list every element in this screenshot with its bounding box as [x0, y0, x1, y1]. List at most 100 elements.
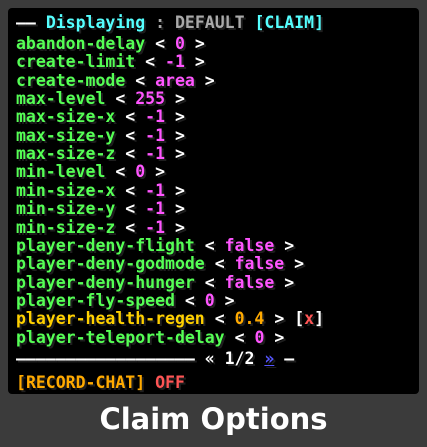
option-row: player-teleport-delay < 0 >: [16, 327, 284, 347]
option-row: min-level < 0 >: [16, 163, 165, 181]
pagination-row: —————————————————— « 1/2 » —: [16, 350, 294, 368]
option-key: max-level: [16, 89, 106, 109]
option-row: player-health-regen < 0.4 > [x]: [16, 310, 324, 328]
option-value[interactable]: 0.4: [235, 309, 265, 328]
option-value[interactable]: 0: [254, 328, 264, 347]
option-value[interactable]: -1: [145, 199, 165, 218]
option-value[interactable]: false: [225, 236, 275, 255]
increment-arrow-icon[interactable]: >: [205, 71, 215, 90]
option-row: max-level < 255 >: [16, 90, 185, 108]
increment-arrow-icon[interactable]: >: [195, 52, 205, 71]
option-key: player-deny-hunger: [16, 272, 195, 292]
option-key: player-fly-speed: [16, 290, 175, 310]
increment-arrow-icon[interactable]: >: [175, 144, 185, 163]
record-chat-toggle[interactable]: [RECORD-CHAT]: [16, 373, 145, 392]
increment-arrow-icon[interactable]: >: [175, 107, 185, 126]
increment-arrow-icon[interactable]: >: [175, 218, 185, 237]
option-value[interactable]: -1: [145, 107, 165, 126]
pagination-tail: —: [284, 349, 295, 368]
reset-option-button[interactable]: [x]: [294, 309, 324, 328]
option-row: player-deny-flight < false >: [16, 235, 294, 255]
increment-arrow-icon[interactable]: >: [284, 273, 294, 292]
option-value[interactable]: -1: [165, 52, 185, 71]
header-rule: ——: [16, 13, 36, 32]
decrement-arrow-icon[interactable]: <: [125, 144, 135, 163]
option-row: player-fly-speed < 0 >: [16, 290, 235, 310]
decrement-arrow-icon[interactable]: <: [205, 236, 215, 255]
decrement-arrow-icon[interactable]: <: [125, 199, 135, 218]
option-value[interactable]: -1: [145, 144, 165, 163]
option-key: min-size-y: [16, 199, 116, 219]
mode-default-link[interactable]: DEFAULT: [175, 13, 245, 32]
option-value[interactable]: 0: [205, 291, 215, 310]
decrement-arrow-icon[interactable]: <: [215, 254, 225, 273]
record-chat-row: [RECORD-CHAT] OFF: [16, 374, 185, 392]
option-key: player-teleport-delay: [16, 327, 225, 347]
increment-arrow-icon[interactable]: >: [274, 309, 284, 328]
option-row: max-size-z < -1 >: [16, 145, 185, 163]
decrement-arrow-icon[interactable]: <: [125, 126, 135, 145]
increment-arrow-icon[interactable]: >: [195, 34, 205, 53]
increment-arrow-icon[interactable]: >: [284, 236, 294, 255]
option-value[interactable]: -1: [145, 218, 165, 237]
option-row: abandon-delay < 0 >: [16, 35, 205, 53]
increment-arrow-icon[interactable]: >: [155, 162, 165, 181]
increment-arrow-icon[interactable]: >: [175, 199, 185, 218]
increment-arrow-icon[interactable]: >: [294, 254, 304, 273]
option-row: max-size-x < -1 >: [16, 108, 185, 126]
decrement-arrow-icon[interactable]: <: [125, 218, 135, 237]
option-value[interactable]: false: [235, 254, 285, 273]
option-value[interactable]: 255: [135, 89, 165, 108]
chat-panel: —— Displaying : DEFAULT [CLAIM] abandon-…: [8, 8, 419, 394]
option-value[interactable]: 0: [175, 34, 185, 53]
page-indicator: 1/2: [224, 349, 255, 368]
option-value[interactable]: -1: [145, 126, 165, 145]
header-colon: :: [155, 13, 166, 32]
increment-arrow-icon[interactable]: >: [274, 328, 284, 347]
option-key: create-mode: [16, 70, 126, 90]
decrement-arrow-icon[interactable]: <: [155, 34, 165, 53]
header-row: —— Displaying : DEFAULT [CLAIM]: [16, 14, 324, 32]
increment-arrow-icon[interactable]: >: [175, 126, 185, 145]
option-key: max-size-y: [16, 125, 116, 145]
option-key: min-size-z: [16, 217, 116, 237]
option-row: player-deny-godmode < false >: [16, 255, 304, 273]
increment-arrow-icon[interactable]: >: [225, 291, 235, 310]
option-key: player-deny-godmode: [16, 254, 205, 274]
prev-page-arrow-icon[interactable]: «: [205, 349, 215, 368]
next-page-arrow-icon[interactable]: »: [264, 349, 274, 368]
option-key: min-size-x: [16, 180, 116, 200]
decrement-arrow-icon[interactable]: <: [115, 162, 125, 181]
option-key: abandon-delay: [16, 34, 146, 53]
option-key: min-level: [16, 162, 106, 182]
decrement-arrow-icon[interactable]: <: [205, 273, 215, 292]
option-key: create-limit: [16, 52, 136, 72]
decrement-arrow-icon[interactable]: <: [125, 181, 135, 200]
image-caption: Claim Options: [99, 402, 328, 436]
option-key: player-deny-flight: [16, 235, 195, 255]
record-chat-state: OFF: [155, 373, 185, 392]
decrement-arrow-icon[interactable]: <: [145, 52, 155, 71]
decrement-arrow-icon[interactable]: <: [115, 89, 125, 108]
option-key: max-size-z: [16, 144, 116, 164]
option-key: player-health-regen: [16, 309, 205, 329]
decrement-arrow-icon[interactable]: <: [235, 328, 245, 347]
decrement-arrow-icon[interactable]: <: [125, 107, 135, 126]
option-row: player-deny-hunger < false >: [16, 272, 294, 292]
decrement-arrow-icon[interactable]: <: [135, 71, 145, 90]
increment-arrow-icon[interactable]: >: [175, 89, 185, 108]
decrement-arrow-icon[interactable]: <: [185, 291, 195, 310]
mode-claim-link[interactable]: [CLAIM]: [254, 13, 324, 32]
option-value[interactable]: false: [225, 273, 275, 292]
pagination-rule: ——————————————————: [16, 349, 195, 368]
option-row: min-size-x < -1 >: [16, 180, 185, 200]
option-value[interactable]: area: [155, 71, 195, 90]
increment-arrow-icon[interactable]: >: [175, 181, 185, 200]
option-row: create-limit < -1 >: [16, 53, 205, 71]
option-row: create-mode < area >: [16, 70, 215, 90]
option-value[interactable]: -1: [145, 181, 165, 200]
option-row: min-size-z < -1 >: [16, 217, 185, 237]
option-value[interactable]: 0: [135, 162, 145, 181]
option-row: min-size-y < -1 >: [16, 200, 185, 218]
decrement-arrow-icon[interactable]: <: [215, 309, 225, 328]
